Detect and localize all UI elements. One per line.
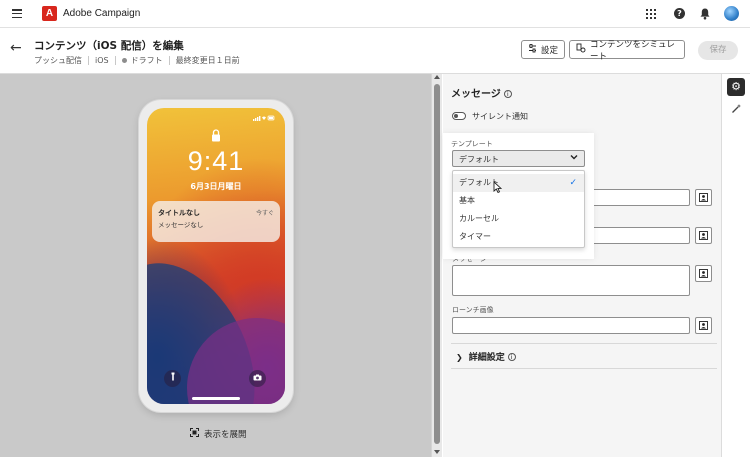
advanced-settings-toggle[interactable]: ❯ 詳細設定 i [456, 350, 516, 363]
phone-lock-screen: 9:41 6月3日月曜日 タイトルなし 今すぐ メッセージなし [147, 108, 285, 404]
expand-view-label: 表示を展開 [204, 430, 247, 440]
camera-icon [249, 370, 266, 387]
template-label: テンプレート [451, 140, 493, 148]
apps-grid-icon[interactable] [646, 9, 656, 19]
launch-image-label: ローンチ画像 [452, 306, 494, 314]
info-icon[interactable]: i [503, 90, 512, 98]
title-personalize-button[interactable] [695, 189, 712, 206]
lock-screen-date: 6月3日月曜日 [190, 182, 242, 191]
magic-wand-icon[interactable] [731, 103, 742, 117]
last-modified: 最終変更日１日前 [175, 56, 240, 65]
divider [451, 368, 717, 369]
settings-button[interactable]: 設定 [521, 40, 565, 59]
divider [451, 343, 717, 344]
template-menu: デフォルト ✓ 基本 カルーセル タイマー [452, 170, 585, 248]
adobe-logo: A [42, 6, 57, 21]
right-rail [721, 74, 750, 457]
breadcrumb-platform: iOS [95, 56, 109, 65]
help-icon[interactable]: ? [674, 8, 685, 19]
expand-icon [190, 428, 199, 440]
chevron-right-icon: ❯ [456, 353, 463, 362]
silent-notification-toggle[interactable] [452, 112, 466, 120]
template-option-carousel[interactable]: カルーセル [453, 210, 584, 228]
personalize-icon [699, 321, 708, 330]
info-icon[interactable]: i [507, 353, 516, 361]
push-notification-preview: タイトルなし 今すぐ メッセージなし [152, 201, 280, 242]
menu-icon[interactable] [12, 9, 22, 18]
notification-title: タイトルなし [158, 209, 200, 217]
section-title: メッセージ i [451, 85, 512, 100]
notifications-icon[interactable] [700, 8, 710, 23]
template-picker-value: デフォルト [459, 155, 499, 164]
template-option-label: タイマー [459, 232, 491, 241]
status-bar-icon [253, 115, 275, 123]
chevron-down-icon [570, 153, 578, 163]
template-option-default[interactable]: デフォルト ✓ [453, 174, 584, 192]
scroll-up-icon[interactable] [434, 75, 440, 79]
home-indicator [192, 397, 240, 400]
notification-body: メッセージなし [158, 221, 204, 229]
template-option-timer[interactable]: タイマー [453, 228, 584, 246]
status-badge: ドラフト [130, 56, 163, 65]
mouse-cursor-icon [493, 180, 503, 196]
message-textarea[interactable] [452, 265, 690, 296]
simulate-icon [576, 43, 586, 56]
expand-view-button[interactable]: 表示を展開 [190, 428, 247, 440]
notification-time: 今すぐ [255, 210, 274, 217]
message-personalize-button[interactable] [695, 265, 712, 282]
section-title-text: メッセージ [451, 89, 501, 100]
template-option-label: 基本 [459, 196, 475, 205]
top-bar: A Adobe Campaign ? [0, 0, 750, 28]
gear-icon[interactable]: ⚙ [727, 78, 745, 96]
status-dot-icon [121, 58, 127, 63]
launch-image-personalize-button[interactable] [695, 317, 712, 334]
separator [168, 56, 170, 65]
checkmark-icon: ✓ [569, 178, 577, 188]
page-title: コンテンツ（iOS 配信）を編集 [34, 40, 184, 52]
template-option-label: カルーセル [459, 214, 499, 223]
personalize-icon [699, 193, 708, 202]
advanced-settings-label: 詳細設定 [468, 353, 505, 363]
title-field[interactable] [591, 189, 690, 206]
subtitle-personalize-button[interactable] [695, 227, 712, 244]
template-picker[interactable]: デフォルト [452, 150, 585, 167]
personalize-icon [699, 231, 708, 240]
preview-scrollbar[interactable] [431, 74, 442, 457]
lock-screen-time: 9:41 [187, 146, 245, 176]
back-arrow-icon[interactable]: ← [10, 41, 22, 55]
template-option-basic[interactable]: 基本 [453, 192, 584, 210]
scrollbar-thumb[interactable] [434, 84, 440, 444]
separator [88, 56, 89, 65]
silent-notification-label: サイレント通知 [472, 112, 528, 121]
subtitle-field[interactable] [591, 227, 690, 244]
user-avatar[interactable] [724, 6, 739, 21]
scroll-down-icon[interactable] [434, 450, 440, 454]
separator [114, 56, 116, 65]
flashlight-icon [164, 370, 181, 387]
settings-label: 設定 [541, 45, 559, 56]
simulate-content-button[interactable]: コンテンツをシミュレート [569, 39, 685, 62]
settings-sliders-icon [528, 43, 537, 56]
app-name: Adobe Campaign [63, 8, 141, 19]
simulate-label: コンテンツをシミュレート [590, 39, 675, 62]
save-button[interactable]: 保存 [698, 41, 738, 60]
launch-image-field[interactable] [452, 317, 690, 334]
breadcrumb: プッシュ配信 iOS ドラフト 最終変更日１日前 [34, 55, 240, 66]
personalize-icon [699, 269, 708, 278]
breadcrumb-channel: プッシュ配信 [34, 56, 82, 65]
lock-icon [211, 129, 221, 145]
page-header: ← コンテンツ（iOS 配信）を編集 プッシュ配信 iOS ドラフト 最終変更日… [0, 29, 750, 74]
